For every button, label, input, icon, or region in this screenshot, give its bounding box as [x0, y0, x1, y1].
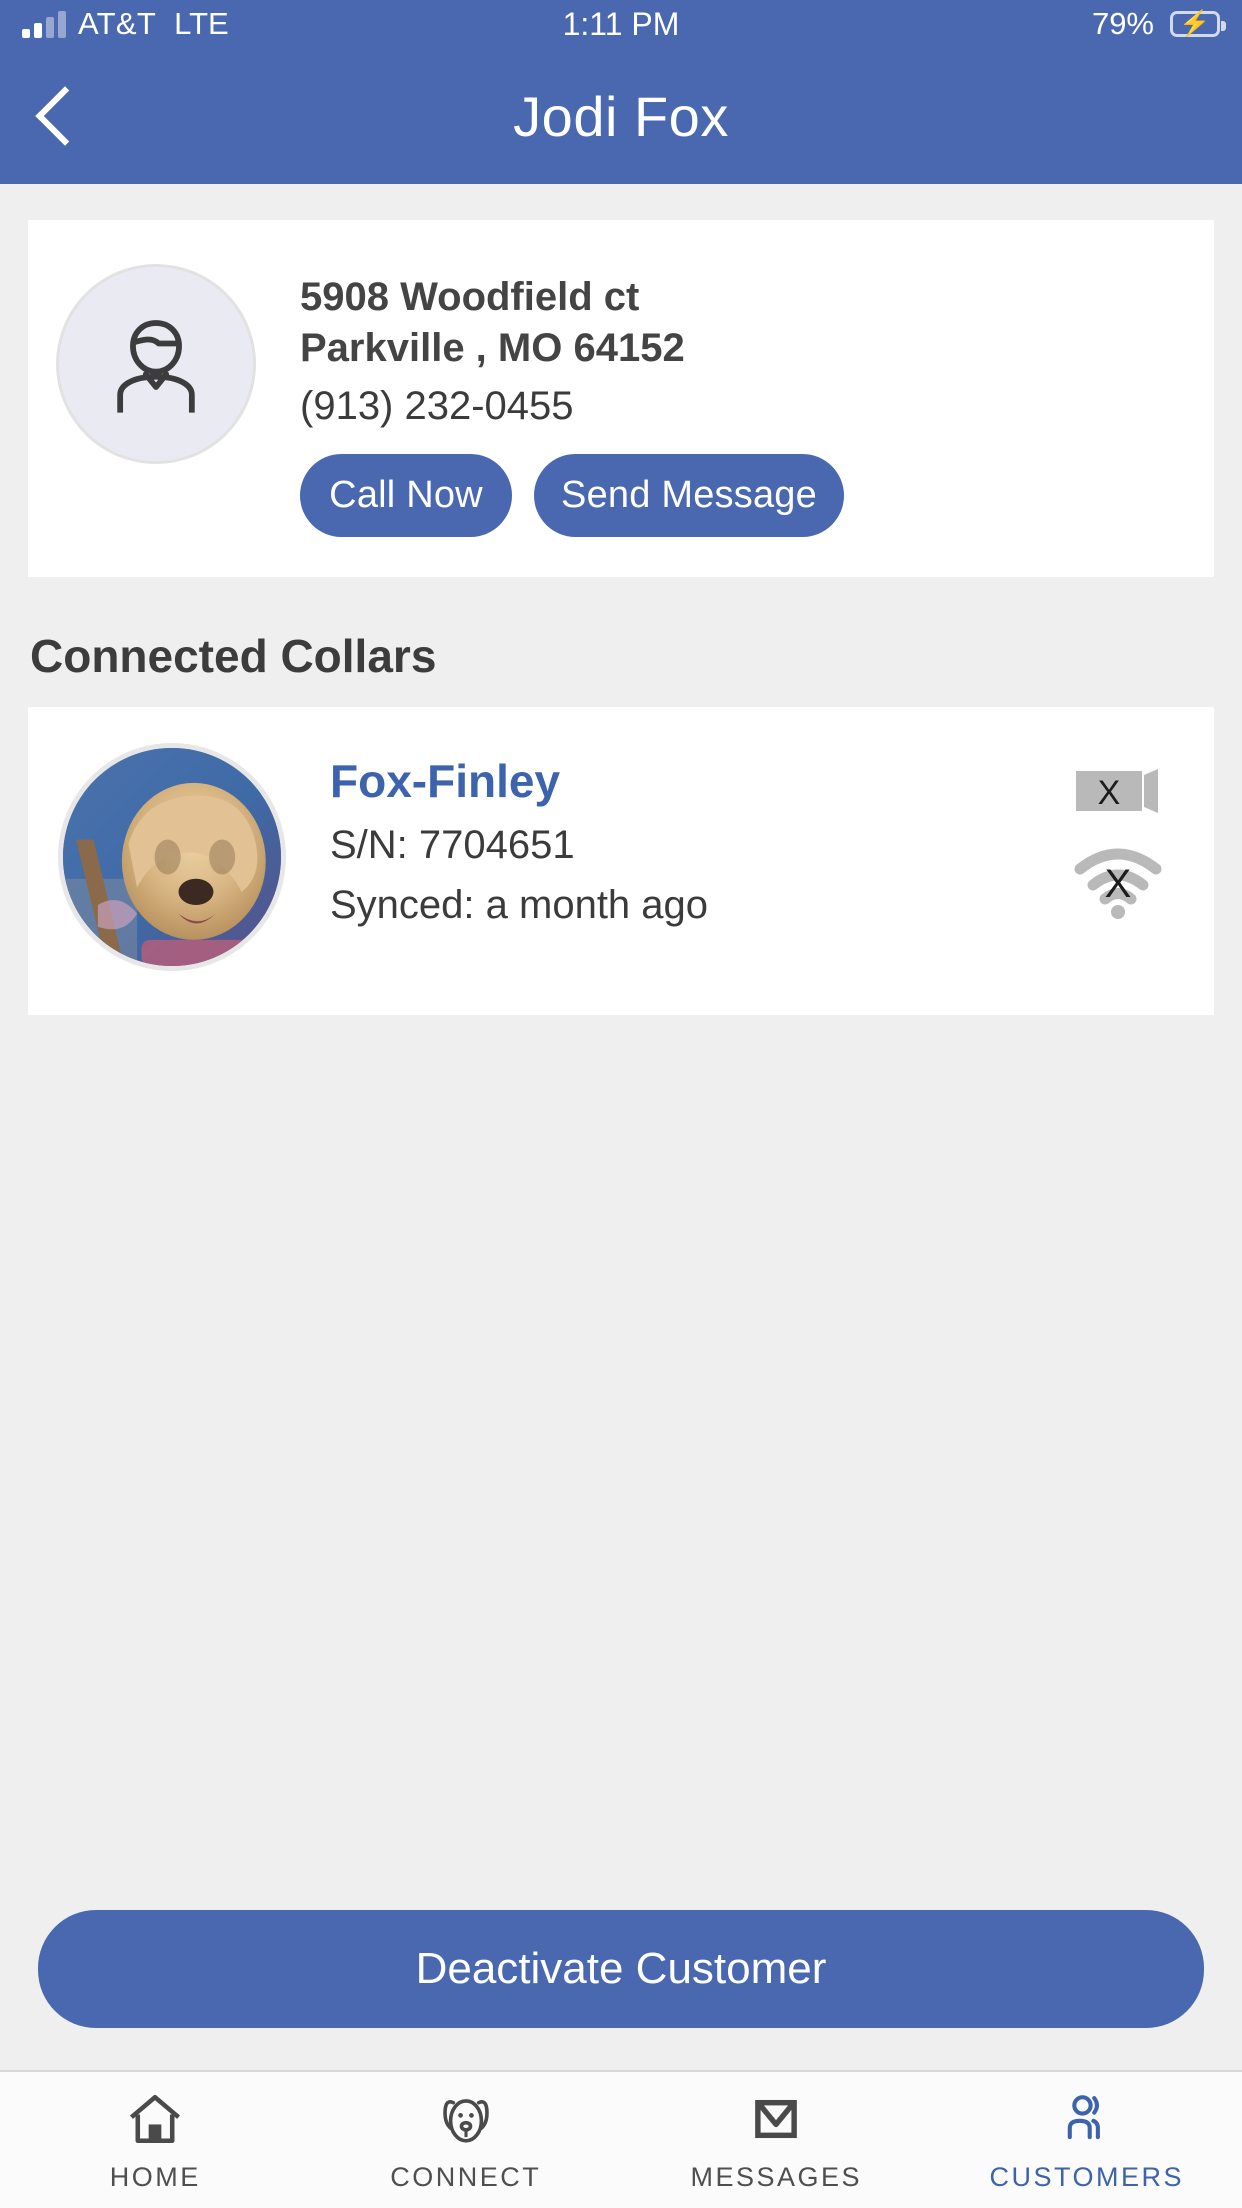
- dog-photo: [58, 743, 286, 972]
- send-message-button[interactable]: Send Message: [534, 454, 844, 538]
- svg-text:X: X: [1098, 774, 1121, 812]
- tab-messages[interactable]: MESSAGES: [621, 2072, 932, 2208]
- chevron-left-icon: [35, 86, 95, 146]
- bottom-tab-bar: HOME CONNECT MESSAGES CUSTOMERS: [0, 2070, 1242, 2208]
- collar-sync-status: Synced: a month ago: [330, 883, 709, 928]
- svg-text:X: X: [1105, 862, 1132, 906]
- page-header: Jodi Fox: [0, 48, 1242, 184]
- contact-card: 5908 Woodfield ct Parkville , MO 64152 (…: [28, 220, 1214, 578]
- dog-face-icon: [437, 2088, 495, 2150]
- call-now-button[interactable]: Call Now: [300, 454, 512, 538]
- status-bar-left: AT&T LTE: [22, 6, 229, 42]
- tab-messages-label: MESSAGES: [690, 2161, 863, 2192]
- app-screen: AT&T LTE 1:11 PM 79% ⚡ Jodi Fox 5908 Woo…: [0, 0, 1242, 2208]
- envelope-icon: [747, 2088, 805, 2150]
- contact-action-buttons: Call Now Send Message: [300, 454, 1184, 538]
- collar-list-item[interactable]: Fox-Finley S/N: 7704651 Synced: a month …: [28, 707, 1214, 1016]
- phone-number: (913) 232-0455: [300, 384, 574, 429]
- carrier-label: AT&T: [78, 6, 157, 41]
- battery-charging-icon: ⚡: [1170, 11, 1226, 37]
- collar-name[interactable]: Fox-Finley: [330, 755, 1184, 808]
- collar-status-icons: X X: [1070, 763, 1166, 920]
- wifi-unknown-icon: X: [1074, 848, 1162, 920]
- address-line-2: Parkville , MO 64152: [300, 326, 685, 371]
- back-button[interactable]: [0, 48, 120, 184]
- address-line-1: 5908 Woodfield ct: [300, 275, 640, 319]
- dog-photo-image: [63, 748, 281, 967]
- status-bar: AT&T LTE 1:11 PM 79% ⚡: [0, 0, 1242, 48]
- deactivate-section: Deactivate Customer: [0, 1910, 1242, 2070]
- deactivate-customer-button[interactable]: Deactivate Customer: [38, 1910, 1204, 2028]
- collar-serial-number: S/N: 7704651: [330, 823, 575, 868]
- status-bar-right: 79% ⚡: [1091, 6, 1226, 42]
- collar-details: Fox-Finley S/N: 7704651 Synced: a month …: [330, 743, 1184, 928]
- page-content: 5908 Woodfield ct Parkville , MO 64152 (…: [0, 184, 1242, 2070]
- person-placeholder-icon: [117, 320, 195, 413]
- battery-unknown-icon: X: [1076, 769, 1158, 814]
- page-title: Jodi Fox: [513, 84, 729, 148]
- tab-home[interactable]: HOME: [0, 2072, 311, 2208]
- battery-percent-label: 79%: [1091, 6, 1154, 41]
- tab-connect[interactable]: CONNECT: [311, 2072, 622, 2208]
- connected-collars-heading: Connected Collars: [30, 630, 437, 683]
- avatar: [56, 264, 256, 464]
- home-icon: [126, 2088, 184, 2150]
- tab-customers[interactable]: CUSTOMERS: [932, 2072, 1242, 2208]
- network-type-label: LTE: [174, 6, 229, 41]
- tab-customers-label: CUSTOMERS: [989, 2161, 1185, 2192]
- cellular-signal-icon: [22, 10, 66, 38]
- people-icon: [1058, 2088, 1116, 2150]
- contact-details: 5908 Woodfield ct Parkville , MO 64152 (…: [300, 264, 1184, 538]
- tab-home-label: HOME: [109, 2161, 201, 2192]
- tab-connect-label: CONNECT: [390, 2161, 542, 2192]
